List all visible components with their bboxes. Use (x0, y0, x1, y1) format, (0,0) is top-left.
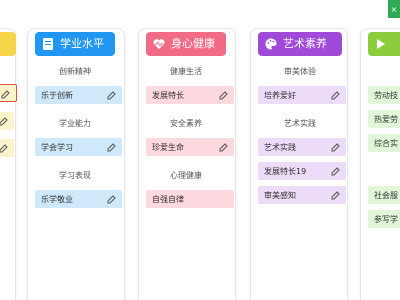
list-item[interactable] (0, 112, 14, 130)
book-icon (43, 38, 53, 50)
section-title: 艺术实践 (284, 119, 316, 128)
list-item[interactable]: 乐于创新 (35, 86, 122, 104)
tab-label: 身心健康 (171, 37, 215, 50)
list-item[interactable]: 审美感知 (258, 186, 346, 204)
list-item[interactable]: 自强自律 (146, 190, 234, 208)
section-title: 学业能力 (59, 119, 91, 128)
list-item[interactable]: 发展特长 (146, 86, 234, 104)
edit-icon[interactable] (107, 194, 117, 204)
edit-icon[interactable] (331, 142, 341, 152)
tab-label: 学业水平 (60, 37, 104, 50)
edit-icon[interactable] (219, 90, 229, 100)
evaluation-board: × 学业水平 创新精神 乐于创新 学业能力 学会学习 学习表现 乐学敬业 身心健… (0, 0, 400, 300)
tab-health[interactable]: 身心健康 (146, 32, 226, 56)
list-item[interactable]: 参写学 (368, 210, 400, 228)
section-title: 学习表现 (59, 171, 91, 180)
tab-col4[interactable] (368, 32, 400, 56)
list-item[interactable]: 发展特长19 (258, 162, 346, 180)
edit-icon[interactable] (331, 90, 341, 100)
palette-icon (265, 38, 277, 50)
flag-icon (377, 39, 385, 49)
section-title: 创新精神 (59, 67, 91, 76)
edit-icon[interactable] (1, 89, 11, 99)
list-item[interactable]: 劳动技 (368, 86, 400, 104)
list-item[interactable]: 珍爱生命 (146, 138, 234, 156)
panel-col4 (360, 28, 400, 300)
close-icon: × (390, 4, 398, 14)
list-item[interactable]: 学会学习 (35, 138, 122, 156)
list-item[interactable]: 综合实 (368, 134, 400, 152)
list-item[interactable]: 艺术实践 (258, 138, 346, 156)
corner-badge[interactable]: × (388, 0, 400, 18)
edit-icon[interactable] (331, 190, 341, 200)
edit-icon[interactable] (107, 90, 117, 100)
tab-col0[interactable] (0, 32, 16, 56)
list-item[interactable] (0, 139, 14, 157)
tab-art[interactable]: 艺术素养 (258, 32, 342, 56)
list-item[interactable]: 热爱劳 (368, 110, 400, 128)
heart-pulse-icon (153, 39, 165, 49)
panel-col0 (0, 28, 16, 300)
edit-icon[interactable] (107, 142, 117, 152)
section-title: 健康生活 (170, 67, 202, 76)
edit-icon[interactable] (0, 116, 9, 126)
section-title: 心理健康 (170, 171, 202, 180)
edit-icon[interactable] (331, 166, 341, 176)
section-title: 审美体验 (284, 67, 316, 76)
tab-label: 艺术素养 (283, 37, 327, 50)
edit-icon[interactable] (219, 142, 229, 152)
tab-academic[interactable]: 学业水平 (35, 32, 115, 56)
edit-icon[interactable] (0, 143, 9, 153)
list-item[interactable]: 社会服 (368, 186, 400, 204)
list-item[interactable]: 培养爱好 (258, 86, 346, 104)
section-title: 安全素养 (170, 119, 202, 128)
list-item[interactable] (0, 84, 17, 102)
list-item[interactable]: 乐学敬业 (35, 190, 122, 208)
